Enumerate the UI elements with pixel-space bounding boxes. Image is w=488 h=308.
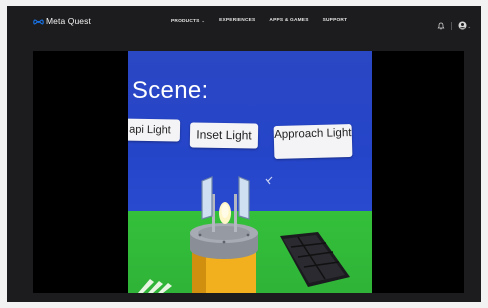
menu-item-products[interactable]: PRODUCTS ⌄ (171, 18, 205, 24)
chevron-down-icon: ⌄ (201, 18, 206, 23)
menu-item-support[interactable]: SUPPORT (323, 18, 348, 24)
menu-item-label: EXPERIENCES (219, 18, 256, 23)
brand-logo[interactable]: Meta Quest (33, 17, 91, 26)
runway-markings (138, 279, 172, 293)
menu-item-label: SUPPORT (322, 18, 348, 23)
nav-right-actions: ⌄ (437, 17, 471, 35)
meta-infinity-icon (33, 18, 44, 26)
menu-item-apps-games[interactable]: APPS & GAMES (269, 18, 308, 24)
chevron-down-icon: ⌄ (467, 23, 471, 29)
account-icon (458, 17, 467, 35)
menu-item-label: PRODUCTS (171, 19, 200, 24)
account-menu-button[interactable]: ⌄ (458, 17, 471, 35)
nav-divider (450, 22, 452, 30)
brand-name: Meta Quest (46, 16, 91, 26)
notifications-button[interactable] (437, 17, 445, 35)
top-navigation: Meta Quest PRODUCTS ⌄ EXPERIENCES APPS & … (7, 6, 481, 38)
vr-scene-frame: t Scene: api Light Inset Light Approach … (128, 51, 372, 293)
menu-item-label: APPS & GAMES (269, 18, 309, 23)
menu-item-experiences[interactable]: EXPERIENCES (219, 18, 255, 24)
notifications-icon (437, 17, 445, 35)
meta-quest-page: Meta Quest PRODUCTS ⌄ EXPERIENCES APPS & … (7, 6, 481, 302)
main-menu: PRODUCTS ⌄ EXPERIENCES APPS & GAMES SUPPO… (171, 18, 347, 24)
light-fixture (190, 176, 273, 293)
video-player[interactable]: t Scene: api Light Inset Light Approach … (33, 51, 464, 293)
scene-objects (138, 176, 350, 293)
dark-tray (280, 232, 350, 287)
